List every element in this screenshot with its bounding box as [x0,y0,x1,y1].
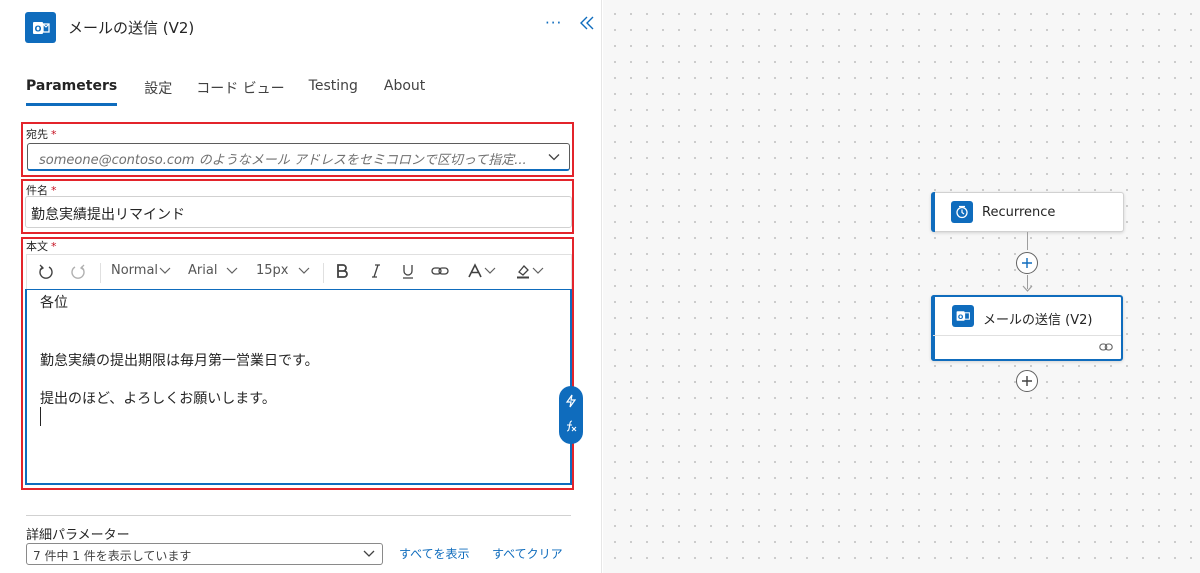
font-family-dropdown[interactable]: Arial [188,263,239,278]
undo-button[interactable] [38,263,54,281]
lightning-icon[interactable] [565,394,577,411]
connector-line [1027,232,1028,250]
arrow-down-icon [1022,285,1033,292]
body-label: 本文 * [26,240,57,253]
plus-icon [1022,258,1032,268]
undo-icon [39,264,53,279]
tab-settings[interactable]: 設定 [144,78,172,106]
more-options-button[interactable]: ··· [545,14,562,32]
font-color-icon [468,263,482,278]
to-input[interactable]: someone@contoso.com のようなメール アドレスをセミコロンで区… [27,143,570,171]
italic-icon [372,264,380,278]
plus-icon [1022,376,1032,386]
text-caret [40,407,41,426]
clear-all-link[interactable]: すべてクリア [492,545,563,562]
add-step-button[interactable] [1016,370,1038,392]
clock-icon [951,201,973,223]
body-line: 提出のほど、よろしくお願いします。 [40,391,276,407]
show-all-link[interactable]: すべてを表示 [399,545,469,562]
toolbar-divider [323,263,324,283]
subject-input[interactable]: 勤怠実績提出リマインド [25,196,572,228]
underline-icon [403,265,413,279]
rich-text-toolbar: Normal Arial 15px [26,254,572,289]
underline-button[interactable] [401,263,415,279]
subject-value: 勤怠実績提出リマインド [31,207,185,223]
flow-canvas[interactable]: Recurrence O メールの送信 (V2) [603,0,1200,573]
tab-bar: Parameters 設定 コード ビュー Testing About [26,78,425,106]
bold-icon [337,264,348,278]
double-chevron-left-icon [580,16,594,30]
chevron-down-icon [484,267,496,274]
chevron-down-icon [532,267,544,274]
highlight-color-dropdown[interactable] [515,263,545,279]
node-accent-bar [931,192,935,232]
add-step-button[interactable] [1016,252,1038,274]
body-line: 各位 [40,295,68,311]
svg-text:O: O [34,24,41,33]
panel-title: メールの送信 (V2) [68,19,195,37]
send-email-node-label: メールの送信 (V2) [983,313,1093,328]
body-editor[interactable]: 各位 勤怠実績の提出期限は毎月第一営業日です。 提出のほど、よろしくお願いします… [25,289,572,485]
chevron-down-icon [363,550,375,557]
advanced-parameters-value: 7 件中 1 件を表示しています [33,549,192,563]
collapse-panel-button[interactable] [577,12,597,34]
highlighter-icon [517,265,529,279]
advanced-parameters-label: 詳細パラメーター [26,528,130,543]
to-placeholder: someone@contoso.com のようなメール アドレスをセミコロンで区… [39,153,527,168]
paragraph-style-dropdown[interactable]: Normal [111,263,172,278]
node-accent-bar [931,295,935,361]
tab-about[interactable]: About [384,78,425,106]
recurrence-node[interactable]: Recurrence [931,192,1124,232]
node-divider [933,335,1121,336]
fx-icon[interactable] [564,419,578,436]
chevron-down-icon [227,267,238,274]
chevron-down-icon [298,267,309,274]
recurrence-node-label: Recurrence [982,205,1056,220]
send-email-node[interactable]: O メールの送信 (V2) [931,295,1123,361]
link-icon [1099,343,1113,351]
toolbar-divider [100,263,101,283]
italic-button[interactable] [370,263,382,279]
advanced-parameters-select[interactable]: 7 件中 1 件を表示しています [26,543,383,565]
tab-code-view[interactable]: コード ビュー [196,78,284,106]
outlook-icon: O [25,12,56,43]
section-divider [26,515,571,516]
svg-text:O: O [958,313,964,321]
tab-testing[interactable]: Testing [309,78,358,106]
chevron-down-icon[interactable] [547,150,561,164]
to-label: 宛先 * [26,128,57,141]
font-size-dropdown[interactable]: 15px [256,263,311,278]
action-details-panel: O メールの送信 (V2) ··· Parameters 設定 コード ビュー … [0,0,602,573]
dynamic-content-pill [559,386,583,444]
outlook-icon: O [952,305,974,327]
link-icon [431,267,449,275]
chevron-down-icon [159,267,171,274]
link-button[interactable] [431,263,449,279]
redo-button[interactable] [70,263,86,281]
font-color-dropdown[interactable] [467,263,497,279]
bold-button[interactable] [336,263,348,279]
tab-parameters[interactable]: Parameters [26,78,118,106]
redo-icon [71,264,85,279]
body-line: 勤怠実績の提出期限は毎月第一営業日です。 [40,353,319,369]
